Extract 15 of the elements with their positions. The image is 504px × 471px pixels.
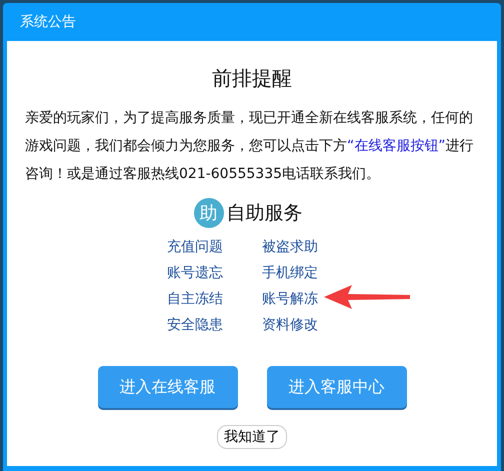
- service-link[interactable]: 资料修改: [262, 317, 318, 333]
- online-service-link[interactable]: “在线客服按钮”: [347, 138, 446, 154]
- service-link[interactable]: 账号解冻: [262, 291, 318, 307]
- service-link[interactable]: 手机绑定: [262, 265, 318, 281]
- notice-paragraph: 亲爱的玩家们，为了提高服务质量，现已开通全新在线客服系统，任何的游戏问题，我们都会倾力为您服务，您可以点击下方“在线客服按钮”进行咨询！或是通过客服热线021-60555335电话联系我们。: [25, 109, 475, 184]
- service-link[interactable]: 被盗求助: [262, 239, 318, 255]
- service-link[interactable]: 自主冻结: [167, 291, 223, 307]
- service-link[interactable]: 账号遗忘: [167, 265, 223, 281]
- service-link[interactable]: 安全隐患: [167, 317, 223, 333]
- dismiss-button[interactable]: 我知道了: [217, 425, 287, 449]
- window-title: 系统公告: [20, 13, 76, 31]
- service-link[interactable]: 充值问题: [167, 239, 223, 255]
- help-badge-icon: 助: [194, 198, 224, 228]
- section-title: 自助服务: [226, 201, 302, 226]
- notice-heading: 前排提醒: [212, 65, 292, 92]
